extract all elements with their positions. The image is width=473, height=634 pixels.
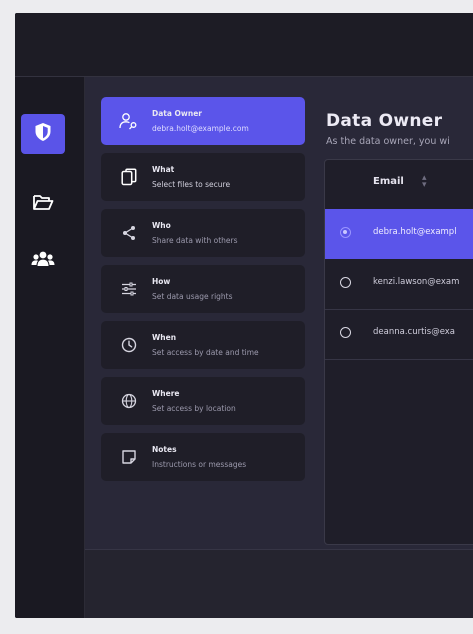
copy-files-icon: [119, 167, 139, 187]
sidebar-rail: [15, 77, 85, 618]
row-email: deanna.curtis@exa: [373, 327, 456, 337]
table-row[interactable]: kenzi.lawson@exam: [325, 259, 473, 310]
step-subtitle: Set access by date and time: [152, 348, 259, 357]
step-subtitle: debra.holt@example.com: [152, 124, 249, 133]
user-key-icon: [119, 111, 139, 131]
step-where[interactable]: Where Set access by location: [101, 377, 305, 425]
footer-bar: [85, 549, 473, 618]
step-subtitle: Share data with others: [152, 236, 238, 245]
step-what[interactable]: What Select files to secure: [101, 153, 305, 201]
rail-item-files[interactable]: [21, 184, 65, 224]
clock-icon: [119, 335, 139, 355]
radio-button[interactable]: [340, 227, 351, 238]
step-title: Who: [152, 221, 171, 230]
table-row[interactable]: debra.holt@exampl: [325, 209, 473, 259]
sliders-icon: [119, 279, 139, 299]
step-subtitle: Set data usage rights: [152, 292, 233, 301]
step-title: Where: [152, 389, 180, 398]
step-how[interactable]: How Set data usage rights: [101, 265, 305, 313]
step-title: Notes: [152, 445, 177, 454]
page-title: Data Owner: [326, 111, 443, 131]
owners-table: Email ▴ ▾ debra.holt@exampl kenzi.lawson@…: [324, 159, 473, 545]
radio-button[interactable]: [340, 327, 351, 338]
step-title: What: [152, 165, 175, 174]
share-icon: [119, 223, 139, 243]
main-panel: Data Owner debra.holt@example.com What S…: [85, 77, 473, 549]
step-subtitle: Set access by location: [152, 404, 236, 413]
step-title: Data Owner: [152, 109, 202, 118]
top-bar: [15, 13, 473, 77]
users-icon: [31, 250, 55, 272]
note-icon: [119, 447, 139, 467]
row-email: debra.holt@exampl: [373, 227, 457, 237]
rail-item-users[interactable]: [21, 241, 65, 281]
sort-icon[interactable]: ▴ ▾: [422, 174, 427, 190]
step-subtitle: Instructions or messages: [152, 460, 247, 469]
step-title: When: [152, 333, 177, 342]
app-window: Data Owner debra.holt@example.com What S…: [15, 13, 473, 618]
step-when[interactable]: When Set access by date and time: [101, 321, 305, 369]
step-data-owner[interactable]: Data Owner debra.holt@example.com: [101, 97, 305, 145]
column-header-email[interactable]: Email: [373, 176, 404, 187]
radio-button[interactable]: [340, 277, 351, 288]
table-header: Email ▴ ▾: [325, 160, 473, 210]
row-email: kenzi.lawson@exam: [373, 277, 460, 287]
step-title: How: [152, 277, 171, 286]
globe-icon: [119, 391, 139, 411]
folder-open-icon: [32, 193, 54, 215]
shield-icon: [34, 122, 52, 146]
step-who[interactable]: Who Share data with others: [101, 209, 305, 257]
table-row[interactable]: deanna.curtis@exa: [325, 309, 473, 360]
step-subtitle: Select files to secure: [152, 180, 231, 189]
step-notes[interactable]: Notes Instructions or messages: [101, 433, 305, 481]
page-subtitle: As the data owner, you wi: [326, 136, 450, 147]
rail-item-security[interactable]: [21, 114, 65, 154]
